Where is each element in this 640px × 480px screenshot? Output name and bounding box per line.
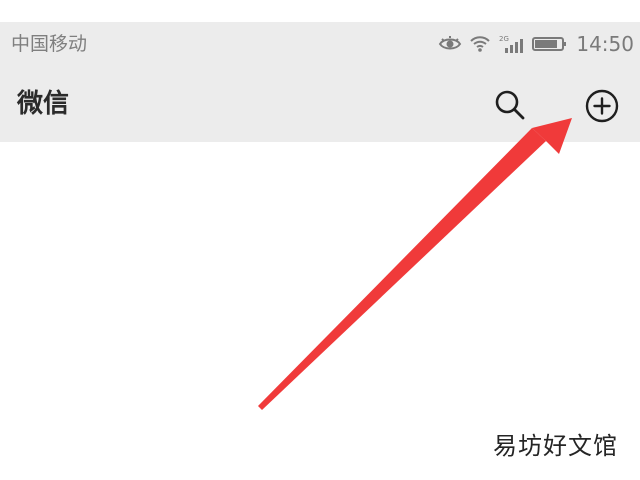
eye-icon [438, 35, 462, 53]
status-bar: 中国移动 2G 14:50 [0, 22, 640, 66]
watermark-text: 易坊好文馆 [493, 432, 618, 460]
signal-icon: 2G [498, 33, 526, 55]
add-circle-icon[interactable] [584, 88, 620, 124]
carrier-name: 中国移动 [11, 33, 88, 55]
battery-icon [532, 35, 568, 53]
chat-list-area [0, 142, 640, 480]
wifi-icon [468, 35, 492, 53]
app-bar: 微信 [0, 66, 640, 142]
top-white-band [0, 0, 640, 22]
app-title: 微信 [17, 89, 70, 119]
status-icons: 2G 14:50 [438, 30, 634, 58]
network-type-label: 2G [499, 35, 509, 43]
search-icon[interactable] [493, 88, 527, 122]
clock-time: 14:50 [576, 32, 634, 56]
